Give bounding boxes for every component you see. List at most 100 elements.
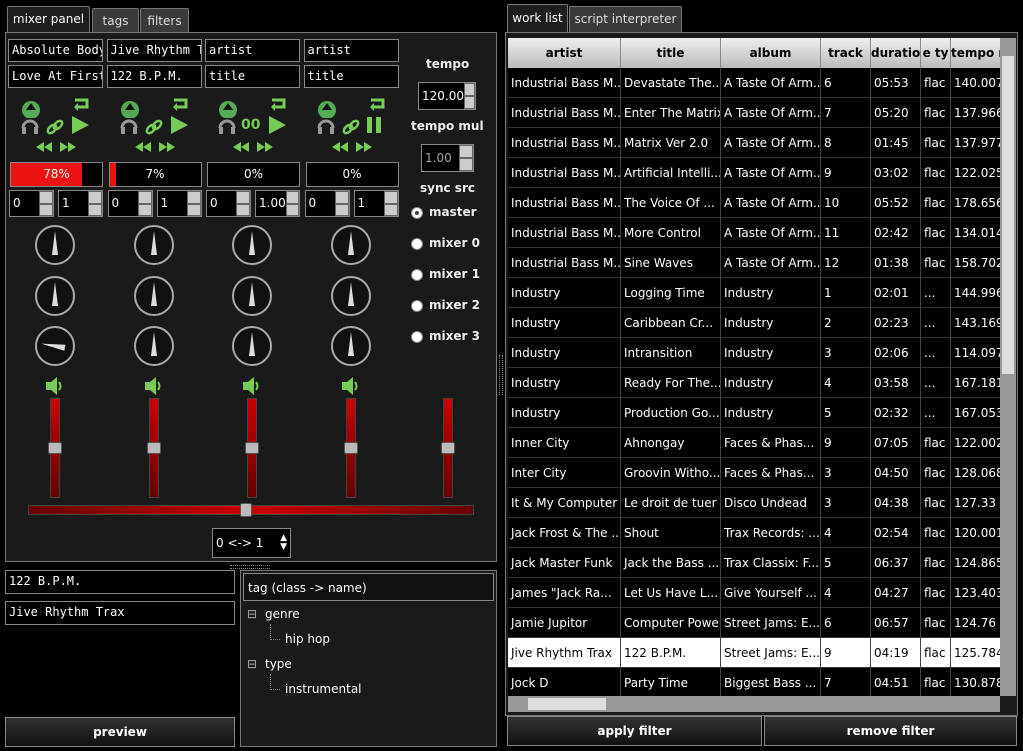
mixer-artist-field[interactable]: artist bbox=[205, 39, 300, 62]
speaker-icon[interactable] bbox=[341, 376, 361, 396]
tree-item-class[interactable]: type bbox=[265, 657, 292, 671]
mixer-spinbox[interactable]: 0 bbox=[206, 190, 251, 217]
rewind-icon[interactable] bbox=[330, 140, 350, 160]
speaker-icon[interactable] bbox=[45, 376, 65, 396]
eq-knob[interactable] bbox=[133, 225, 174, 265]
table-row[interactable]: Industrial Bass M... Matrix Ver 2.0 A Tast… bbox=[508, 128, 1000, 158]
sync-radio[interactable] bbox=[411, 300, 423, 312]
table-row[interactable]: Industrial Bass M... Devastate The... A Ta… bbox=[508, 68, 1000, 98]
cue-headphones-icon[interactable] bbox=[119, 115, 139, 135]
mixer-spinbox[interactable]: 0 bbox=[9, 190, 54, 217]
play-icon[interactable] bbox=[267, 115, 287, 135]
eq-knob[interactable] bbox=[232, 225, 272, 265]
fast-forward-icon[interactable] bbox=[255, 140, 275, 160]
rewind-icon[interactable] bbox=[34, 140, 54, 160]
table-row[interactable]: Industrial Bass M... The Voice Of ... A Ta… bbox=[508, 188, 1000, 218]
eq-knob[interactable] bbox=[330, 276, 371, 316]
mixer-title-field[interactable]: 122 B.P.M. bbox=[106, 65, 202, 88]
mixer-spinbox[interactable]: 1 bbox=[156, 190, 202, 217]
fast-forward-icon[interactable] bbox=[157, 140, 177, 160]
mixer-artist-field[interactable]: artist bbox=[303, 39, 399, 62]
splitter-handle-vertical[interactable] bbox=[499, 355, 503, 395]
loop-icon[interactable] bbox=[268, 94, 288, 114]
fast-forward-icon[interactable] bbox=[354, 140, 374, 160]
mixer-volume-thumb[interactable] bbox=[48, 442, 62, 454]
table-row[interactable]: Industry Ready For The... Industry 4 03:58..… bbox=[508, 368, 1000, 398]
table-row[interactable]: Industrial Bass M... Enter The Matrix A Ta… bbox=[508, 98, 1000, 128]
remove-filter-button[interactable]: remove filter bbox=[764, 716, 1017, 746]
eq-knob[interactable] bbox=[232, 326, 272, 366]
eq-knob[interactable] bbox=[35, 225, 75, 265]
eq-knob[interactable] bbox=[35, 326, 75, 366]
table-row[interactable]: Jive Rhythm Trax 122 B.P.M. Street Jams: E… bbox=[508, 638, 1000, 668]
horizontal-scrollbar[interactable] bbox=[508, 696, 1000, 712]
speaker-icon[interactable] bbox=[242, 376, 262, 396]
sync-radio[interactable] bbox=[411, 238, 423, 250]
mixer-artist-field[interactable]: Absolute Body bbox=[8, 39, 103, 62]
tempo-mul-spinbox[interactable]: 1.00 bbox=[421, 144, 474, 172]
mixer-spinbox[interactable]: 1 bbox=[58, 190, 103, 217]
play-icon[interactable] bbox=[169, 115, 189, 135]
vertical-scrollbar[interactable] bbox=[1000, 38, 1016, 696]
preview-button[interactable]: preview bbox=[5, 717, 235, 747]
column-header[interactable]: title bbox=[621, 38, 721, 68]
table-row[interactable]: James "Jack Ra... Let Us Have L... Give Yo… bbox=[508, 578, 1000, 608]
tree-item-tag[interactable]: hip hop bbox=[285, 632, 330, 646]
eq-knob[interactable] bbox=[232, 276, 272, 316]
rewind-icon[interactable] bbox=[231, 140, 251, 160]
table-row[interactable]: Jack Master Funk Jack the Bass ... Trax Cl… bbox=[508, 548, 1000, 578]
tree-expander-icon[interactable]: ⊟ bbox=[247, 607, 257, 621]
mixer-title-field[interactable]: Love At First bbox=[8, 65, 103, 88]
link-icon[interactable] bbox=[341, 117, 361, 137]
table-row[interactable]: Jack Frost & The ... Shout Trax Records: .… bbox=[508, 518, 1000, 548]
mixer-progress-bar[interactable]: 0% bbox=[207, 162, 300, 187]
sync-option-label[interactable]: mixer 1 bbox=[429, 267, 480, 281]
table-row[interactable]: Industry Production Go... Industry 5 02:32..… bbox=[508, 398, 1000, 428]
cue-headphones-icon[interactable] bbox=[20, 115, 40, 135]
table-row[interactable]: Industry Logging Time Industry 1 02:01... 144… bbox=[508, 278, 1000, 308]
mixer-volume-thumb[interactable] bbox=[343, 442, 358, 454]
table-row[interactable]: Jock D Party Time Biggest Bass ... 7 04:51 fl… bbox=[508, 668, 1000, 696]
mixer-spinbox[interactable]: 1 bbox=[353, 190, 399, 217]
sync-option-label[interactable]: mixer 2 bbox=[429, 298, 480, 312]
tree-expander-icon[interactable]: ⊟ bbox=[247, 657, 257, 671]
cue-headphones-icon[interactable] bbox=[217, 115, 237, 135]
mixer-spinbox[interactable]: 1.00 bbox=[255, 190, 300, 217]
selected-artist-field[interactable]: Jive Rhythm Trax bbox=[5, 601, 235, 625]
cue-headphones-icon[interactable] bbox=[316, 115, 336, 135]
selected-title-field[interactable]: 122 B.P.M. bbox=[5, 570, 235, 594]
table-row[interactable]: Industrial Bass M... Sine Waves A Taste Of… bbox=[508, 248, 1000, 278]
sync-radio[interactable] bbox=[411, 331, 423, 343]
master-volume-thumb[interactable] bbox=[441, 442, 455, 454]
sync-radio[interactable] bbox=[411, 269, 423, 281]
loop-icon[interactable] bbox=[71, 94, 91, 114]
apply-filter-button[interactable]: apply filter bbox=[507, 716, 762, 746]
column-header[interactable]: artist bbox=[508, 38, 621, 68]
crossfader-thumb[interactable] bbox=[240, 503, 252, 517]
sync-option-label[interactable]: mixer 3 bbox=[429, 329, 480, 343]
table-row[interactable]: Industrial Bass M... Artificial Intelli..… bbox=[508, 158, 1000, 188]
fast-forward-icon[interactable] bbox=[58, 140, 78, 160]
eq-knob[interactable] bbox=[133, 276, 174, 316]
table-row[interactable]: Industrial Bass M... More Control A Taste … bbox=[508, 218, 1000, 248]
table-row[interactable]: Industry Intransition Industry 3 02:06... 114… bbox=[508, 338, 1000, 368]
eq-knob[interactable] bbox=[330, 326, 371, 366]
tab-filters[interactable]: filters bbox=[140, 8, 189, 32]
column-header[interactable]: tempo r bbox=[951, 38, 1000, 68]
column-header[interactable]: track bbox=[821, 38, 871, 68]
mixer-title-field[interactable]: title bbox=[205, 65, 300, 88]
link-icon[interactable] bbox=[45, 117, 65, 137]
table-row[interactable]: Industry Caribbean Cr... Industry 2 02:23...… bbox=[508, 308, 1000, 338]
eq-knob[interactable] bbox=[35, 276, 75, 316]
tab-tags[interactable]: tags bbox=[92, 8, 139, 32]
sync-radio[interactable] bbox=[411, 207, 423, 219]
table-row[interactable]: Jamie Jupitor Computer Power Street Jams: … bbox=[508, 608, 1000, 638]
table-row[interactable]: It & My Computer Le droit de tuer Disco Un… bbox=[508, 488, 1000, 518]
eq-knob[interactable] bbox=[133, 326, 174, 366]
table-row[interactable]: Inter City Groovin Witho... Faces & Phas..… bbox=[508, 458, 1000, 488]
mixer-progress-bar[interactable]: 0% bbox=[305, 162, 399, 187]
sync-toggle-icon[interactable]: 00 bbox=[241, 117, 261, 137]
mixer-volume-thumb[interactable] bbox=[146, 442, 161, 454]
link-icon[interactable] bbox=[144, 117, 164, 137]
loop-icon[interactable] bbox=[170, 94, 190, 114]
